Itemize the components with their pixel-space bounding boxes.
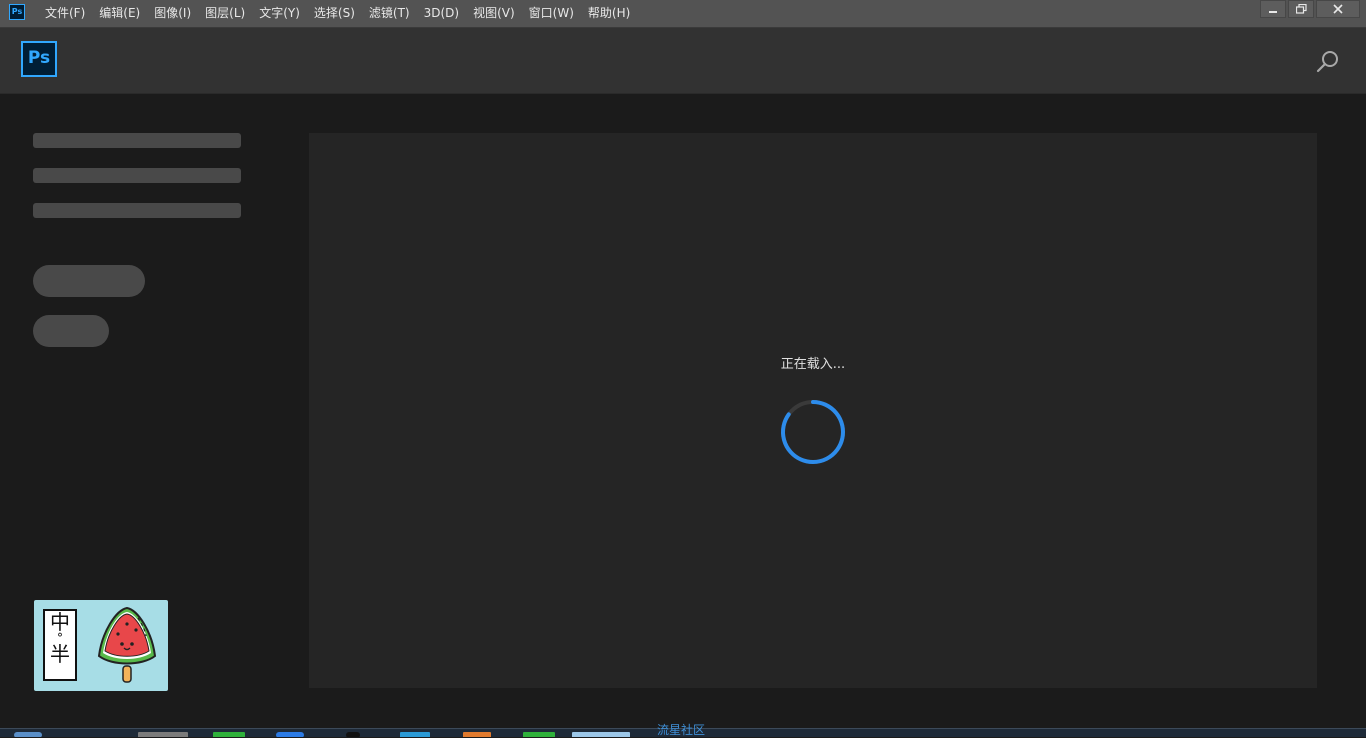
menu-help[interactable]: 帮助(H): [581, 0, 637, 27]
home-header: Ps: [0, 28, 1366, 94]
sticker-char: 半: [50, 642, 70, 666]
taskbar-app[interactable]: [138, 732, 188, 737]
menu-file[interactable]: 文件(F): [38, 0, 92, 27]
menu-filter[interactable]: 滤镜(T): [362, 0, 417, 27]
menu-3d[interactable]: 3D(D): [417, 0, 466, 27]
sidebar-placeholder-line: [33, 168, 241, 183]
sidebar-placeholder-line: [33, 133, 241, 148]
start-button[interactable]: [14, 732, 42, 737]
app-icon[interactable]: Ps: [9, 4, 25, 20]
menu-window[interactable]: 窗口(W): [522, 0, 581, 27]
taskbar-app[interactable]: [213, 732, 245, 737]
taskbar-app[interactable]: [346, 732, 360, 737]
sidebar-placeholder-button: [33, 315, 109, 347]
sticker-tag: 中 ° 半: [43, 609, 77, 681]
minimize-icon: [1269, 11, 1277, 13]
menu-select[interactable]: 选择(S): [307, 0, 362, 27]
restore-button[interactable]: [1288, 0, 1314, 18]
taskbar-app-active[interactable]: [572, 732, 630, 737]
sidebar-placeholder-button: [33, 265, 145, 297]
window-controls: [1258, 0, 1360, 18]
minimize-button[interactable]: [1260, 0, 1286, 18]
menu-type[interactable]: 文字(Y): [252, 0, 307, 27]
restore-icon: [1295, 4, 1307, 14]
menu-edit[interactable]: 编辑(E): [92, 0, 147, 27]
search-button[interactable]: [1314, 48, 1342, 76]
photoshop-logo: Ps: [21, 41, 57, 77]
menu-bar: Ps 文件(F) 编辑(E) 图像(I) 图层(L) 文字(Y) 选择(S) 滤…: [0, 0, 1366, 28]
menu-image[interactable]: 图像(I): [147, 0, 198, 27]
menu-layer[interactable]: 图层(L): [198, 0, 252, 27]
taskbar-app[interactable]: [276, 732, 304, 737]
taskbar-app[interactable]: [400, 732, 430, 737]
sticker-image: 中 ° 半: [34, 600, 168, 691]
watermark-text: 流星社区: [657, 723, 706, 737]
close-button[interactable]: [1316, 0, 1360, 18]
loading-text: 正在载入...: [780, 357, 846, 372]
taskbar-app[interactable]: [523, 732, 555, 737]
watermelon-popsicle-icon: [97, 606, 157, 683]
taskbar-app[interactable]: [463, 732, 491, 737]
menu-view[interactable]: 视图(V): [466, 0, 522, 27]
close-icon: [1333, 4, 1343, 14]
content-panel: 正在载入...: [309, 133, 1317, 688]
search-icon: [1316, 51, 1338, 73]
loading-spinner-icon: [781, 400, 845, 464]
main-menu: 文件(F) 编辑(E) 图像(I) 图层(L) 文字(Y) 选择(S) 滤镜(T…: [38, 0, 637, 27]
sidebar-placeholder-line: [33, 203, 241, 218]
sticker-char: 中: [50, 610, 70, 634]
